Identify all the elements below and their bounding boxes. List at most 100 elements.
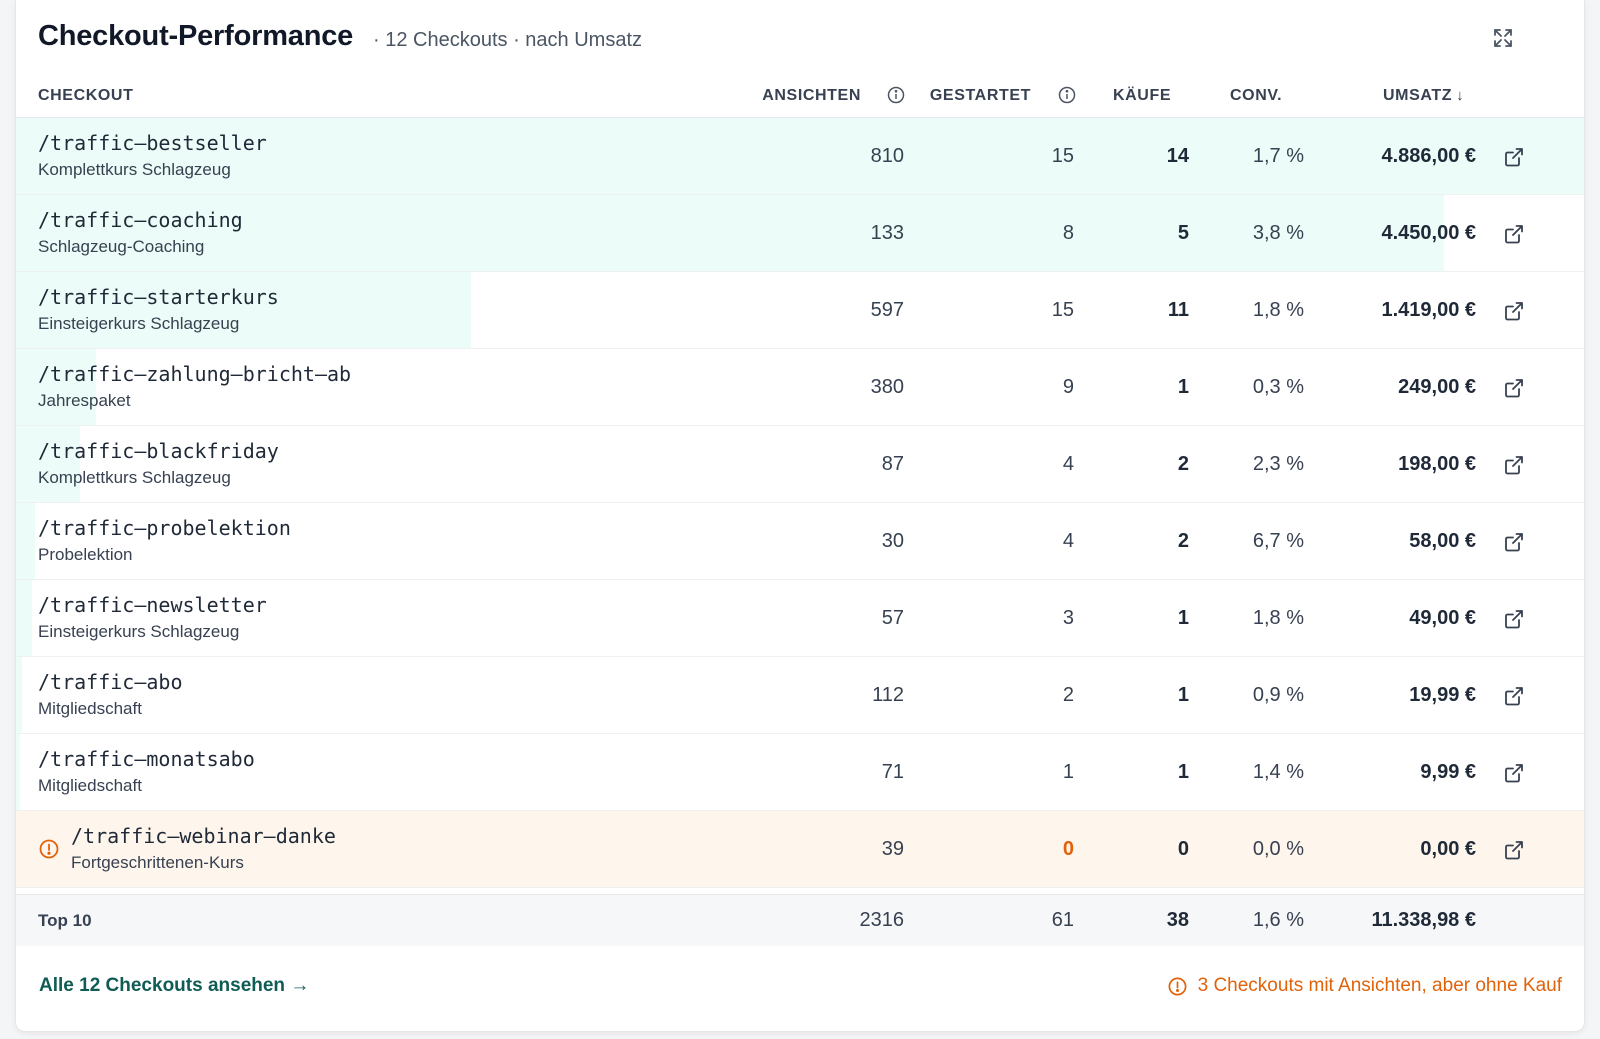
started-value: 0: [1062, 837, 1074, 860]
external-link-icon[interactable]: [1503, 531, 1525, 553]
total-row: Top 10 2316 61 38 1,6 % 11.338,98 €: [16, 894, 1584, 946]
card-title: Checkout-Performance: [38, 20, 354, 52]
views-value: 597: [870, 298, 904, 321]
card-subtitle: · 12 Checkouts · nach Umsatz: [373, 29, 642, 51]
table-row-warning[interactable]: /traffic–webinar–danke Fortgeschrittenen…: [16, 811, 1584, 888]
revenue-value: 4.450,00 €: [1381, 221, 1476, 244]
column-header-revenue-label: UMSATZ: [1383, 87, 1453, 104]
purchases-value: 5: [1177, 221, 1189, 244]
started-value: 1: [1062, 760, 1074, 783]
purchases-value: 2: [1177, 452, 1189, 475]
external-link-icon[interactable]: [1503, 762, 1525, 784]
external-link-icon[interactable]: [1503, 454, 1525, 476]
external-link-icon[interactable]: [1503, 685, 1525, 707]
revenue-value: 1.419,00 €: [1381, 298, 1476, 321]
checkout-path[interactable]: /traffic–coaching: [38, 207, 243, 233]
conv-value: 0,0 %: [1252, 837, 1304, 860]
total-started: 61: [1051, 909, 1074, 931]
views-value: 30: [881, 529, 904, 552]
checkout-table: /traffic–bestseller Komplettkurs Schlagz…: [16, 118, 1584, 888]
table-row[interactable]: /traffic–probelektion Probelektion 30 4 …: [16, 503, 1584, 580]
table-row[interactable]: /traffic–newsletter Einsteigerkurs Schla…: [16, 580, 1584, 657]
table-row[interactable]: /traffic–monatsabo Mitgliedschaft 71 1 1…: [16, 734, 1584, 811]
checkout-path[interactable]: /traffic–webinar–danke: [71, 823, 336, 849]
column-header-purchases[interactable]: KÄUFE: [1113, 85, 1171, 107]
checkout-name: /traffic–blackfriday Komplettkurs Schlag…: [38, 438, 279, 488]
revenue-value: 0,00 €: [1420, 837, 1476, 860]
purchases-value: 0: [1177, 837, 1189, 860]
conv-value: 6,7 %: [1252, 529, 1304, 552]
started-value: 4: [1062, 529, 1074, 552]
views-value: 39: [881, 837, 904, 860]
warning-circle-icon: [39, 839, 59, 859]
checkout-name: /traffic–probelektion Probelektion: [38, 515, 291, 565]
table-row[interactable]: /traffic–abo Mitgliedschaft 112 2 1 0,9 …: [16, 657, 1584, 734]
checkout-name: /traffic–newsletter Einsteigerkurs Schla…: [38, 592, 267, 642]
external-link-icon[interactable]: [1503, 608, 1525, 630]
column-header-conv[interactable]: CONV.: [1230, 85, 1282, 107]
checkout-name: /traffic–webinar–danke Fortgeschrittenen…: [71, 823, 336, 873]
conv-value: 1,8 %: [1252, 298, 1304, 321]
external-link-icon[interactable]: [1503, 839, 1525, 861]
checkout-path[interactable]: /traffic–newsletter: [38, 592, 267, 618]
no-purchase-warning-text: 3 Checkouts mit Ansichten, aber ohne Kau…: [1197, 975, 1562, 996]
table-row[interactable]: /traffic–bestseller Komplettkurs Schlagz…: [16, 118, 1584, 195]
conv-value: 0,3 %: [1252, 375, 1304, 398]
product-name: Fortgeschrittenen-Kurs: [71, 853, 244, 872]
table-row[interactable]: /traffic–coaching Schlagzeug-Coaching 13…: [16, 195, 1584, 272]
column-header-revenue[interactable]: UMSATZ ↓: [1383, 85, 1464, 107]
table-row[interactable]: /traffic–zahlung–bricht–ab Jahrespaket 3…: [16, 349, 1584, 426]
checkout-path[interactable]: /traffic–probelektion: [38, 515, 291, 541]
table-row[interactable]: /traffic–starterkurs Einsteigerkurs Schl…: [16, 272, 1584, 349]
column-header-started[interactable]: GESTARTET: [886, 85, 1031, 107]
external-link-icon[interactable]: [1503, 223, 1525, 245]
views-value: 380: [870, 375, 904, 398]
product-name: Schlagzeug-Coaching: [38, 237, 205, 256]
started-value: 15: [1051, 144, 1074, 167]
views-value: 133: [870, 221, 904, 244]
sort-desc-icon: ↓: [1456, 87, 1465, 104]
column-header-views[interactable]: ANSICHTEN: [716, 85, 861, 107]
checkout-path[interactable]: /traffic–abo: [38, 669, 183, 695]
revenue-value: 249,00 €: [1398, 375, 1476, 398]
checkout-name: /traffic–abo Mitgliedschaft: [38, 669, 183, 719]
started-value: 4: [1062, 452, 1074, 475]
info-icon[interactable]: [1057, 85, 1077, 105]
checkout-name: /traffic–monatsabo Mitgliedschaft: [38, 746, 255, 796]
product-name: Einsteigerkurs Schlagzeug: [38, 622, 240, 641]
no-purchase-warning[interactable]: 3 Checkouts mit Ansichten, aber ohne Kau…: [1167, 975, 1562, 997]
views-value: 57: [881, 606, 904, 629]
purchases-value: 1: [1177, 606, 1189, 629]
checkout-path[interactable]: /traffic–monatsabo: [38, 746, 255, 772]
checkout-name: /traffic–starterkurs Einsteigerkurs Schl…: [38, 284, 279, 334]
conv-value: 1,8 %: [1252, 606, 1304, 629]
revenue-value: 58,00 €: [1409, 529, 1476, 552]
total-purchases: 38: [1166, 909, 1189, 931]
views-value: 112: [872, 683, 904, 706]
checkout-path[interactable]: /traffic–bestseller: [38, 130, 267, 156]
revenue-share-bar: [16, 580, 32, 656]
product-name: Mitgliedschaft: [38, 776, 142, 795]
card-header: Checkout-Performance · 12 Checkouts · na…: [16, 0, 1584, 78]
checkout-path[interactable]: /traffic–zahlung–bricht–ab: [38, 361, 351, 387]
checkout-path[interactable]: /traffic–blackfriday: [38, 438, 279, 464]
expand-icon[interactable]: [1491, 26, 1515, 50]
total-label: Top 10: [38, 910, 92, 930]
purchases-value: 1: [1177, 683, 1189, 706]
checkout-path[interactable]: /traffic–starterkurs: [38, 284, 279, 310]
product-name: Einsteigerkurs Schlagzeug: [38, 314, 240, 333]
external-link-icon[interactable]: [1503, 300, 1525, 322]
view-all-checkouts-link[interactable]: Alle 12 Checkouts ansehen →: [39, 975, 309, 997]
purchases-value: 14: [1166, 144, 1189, 167]
views-value: 87: [881, 452, 904, 475]
revenue-share-bar: [16, 734, 20, 810]
purchases-value: 1: [1177, 760, 1189, 783]
product-name: Komplettkurs Schlagzeug: [38, 468, 231, 487]
conv-value: 2,3 %: [1252, 452, 1304, 475]
product-name: Jahrespaket: [38, 391, 131, 410]
external-link-icon[interactable]: [1503, 377, 1525, 399]
external-link-icon[interactable]: [1503, 146, 1525, 168]
revenue-value: 9,99 €: [1420, 760, 1476, 783]
revenue-value: 19,99 €: [1409, 683, 1476, 706]
table-row[interactable]: /traffic–blackfriday Komplettkurs Schlag…: [16, 426, 1584, 503]
